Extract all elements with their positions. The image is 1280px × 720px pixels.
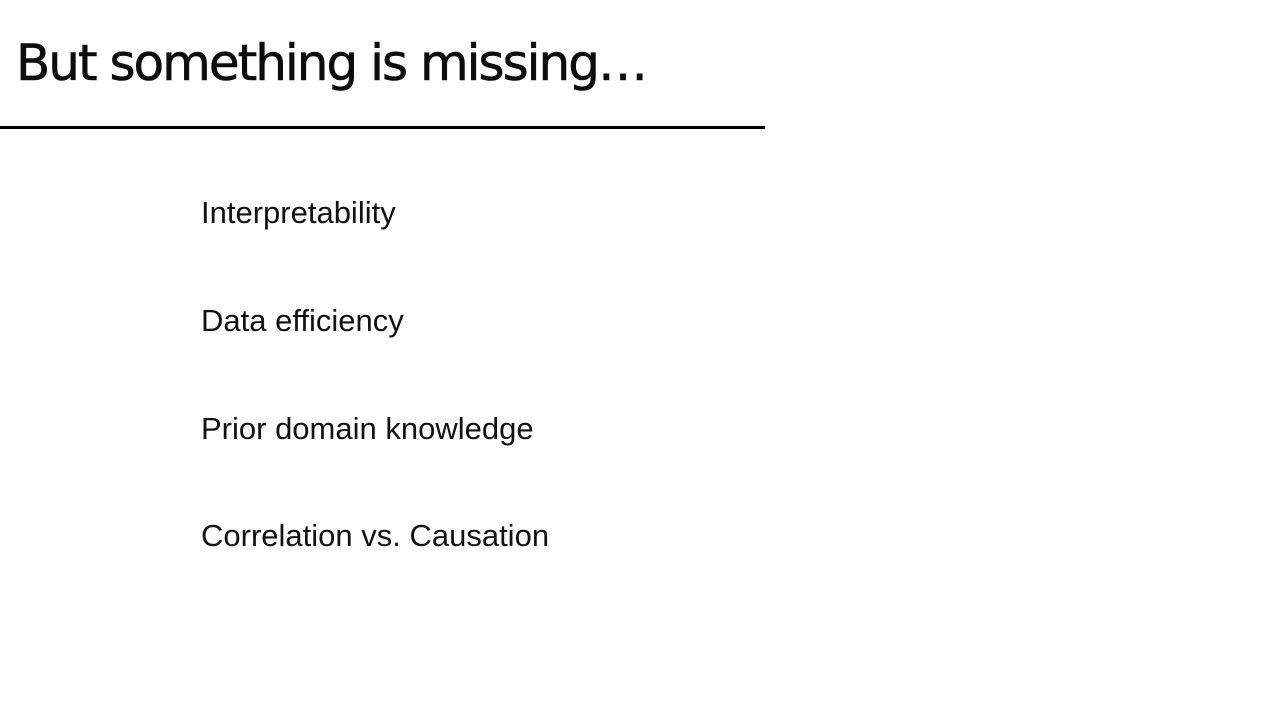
bullet-item-correlation-vs-causation: Correlation vs. Causation [201, 518, 550, 553]
slide-title: But something is missing… [16, 34, 649, 92]
title-underline-divider [0, 126, 765, 129]
bullet-item-prior-domain-knowledge: Prior domain knowledge [201, 411, 534, 446]
slide: But something is missing… Interpretabili… [0, 0, 1280, 720]
bullet-item-interpretability: Interpretability [201, 195, 396, 230]
bullet-item-data-efficiency: Data efficiency [201, 303, 404, 338]
